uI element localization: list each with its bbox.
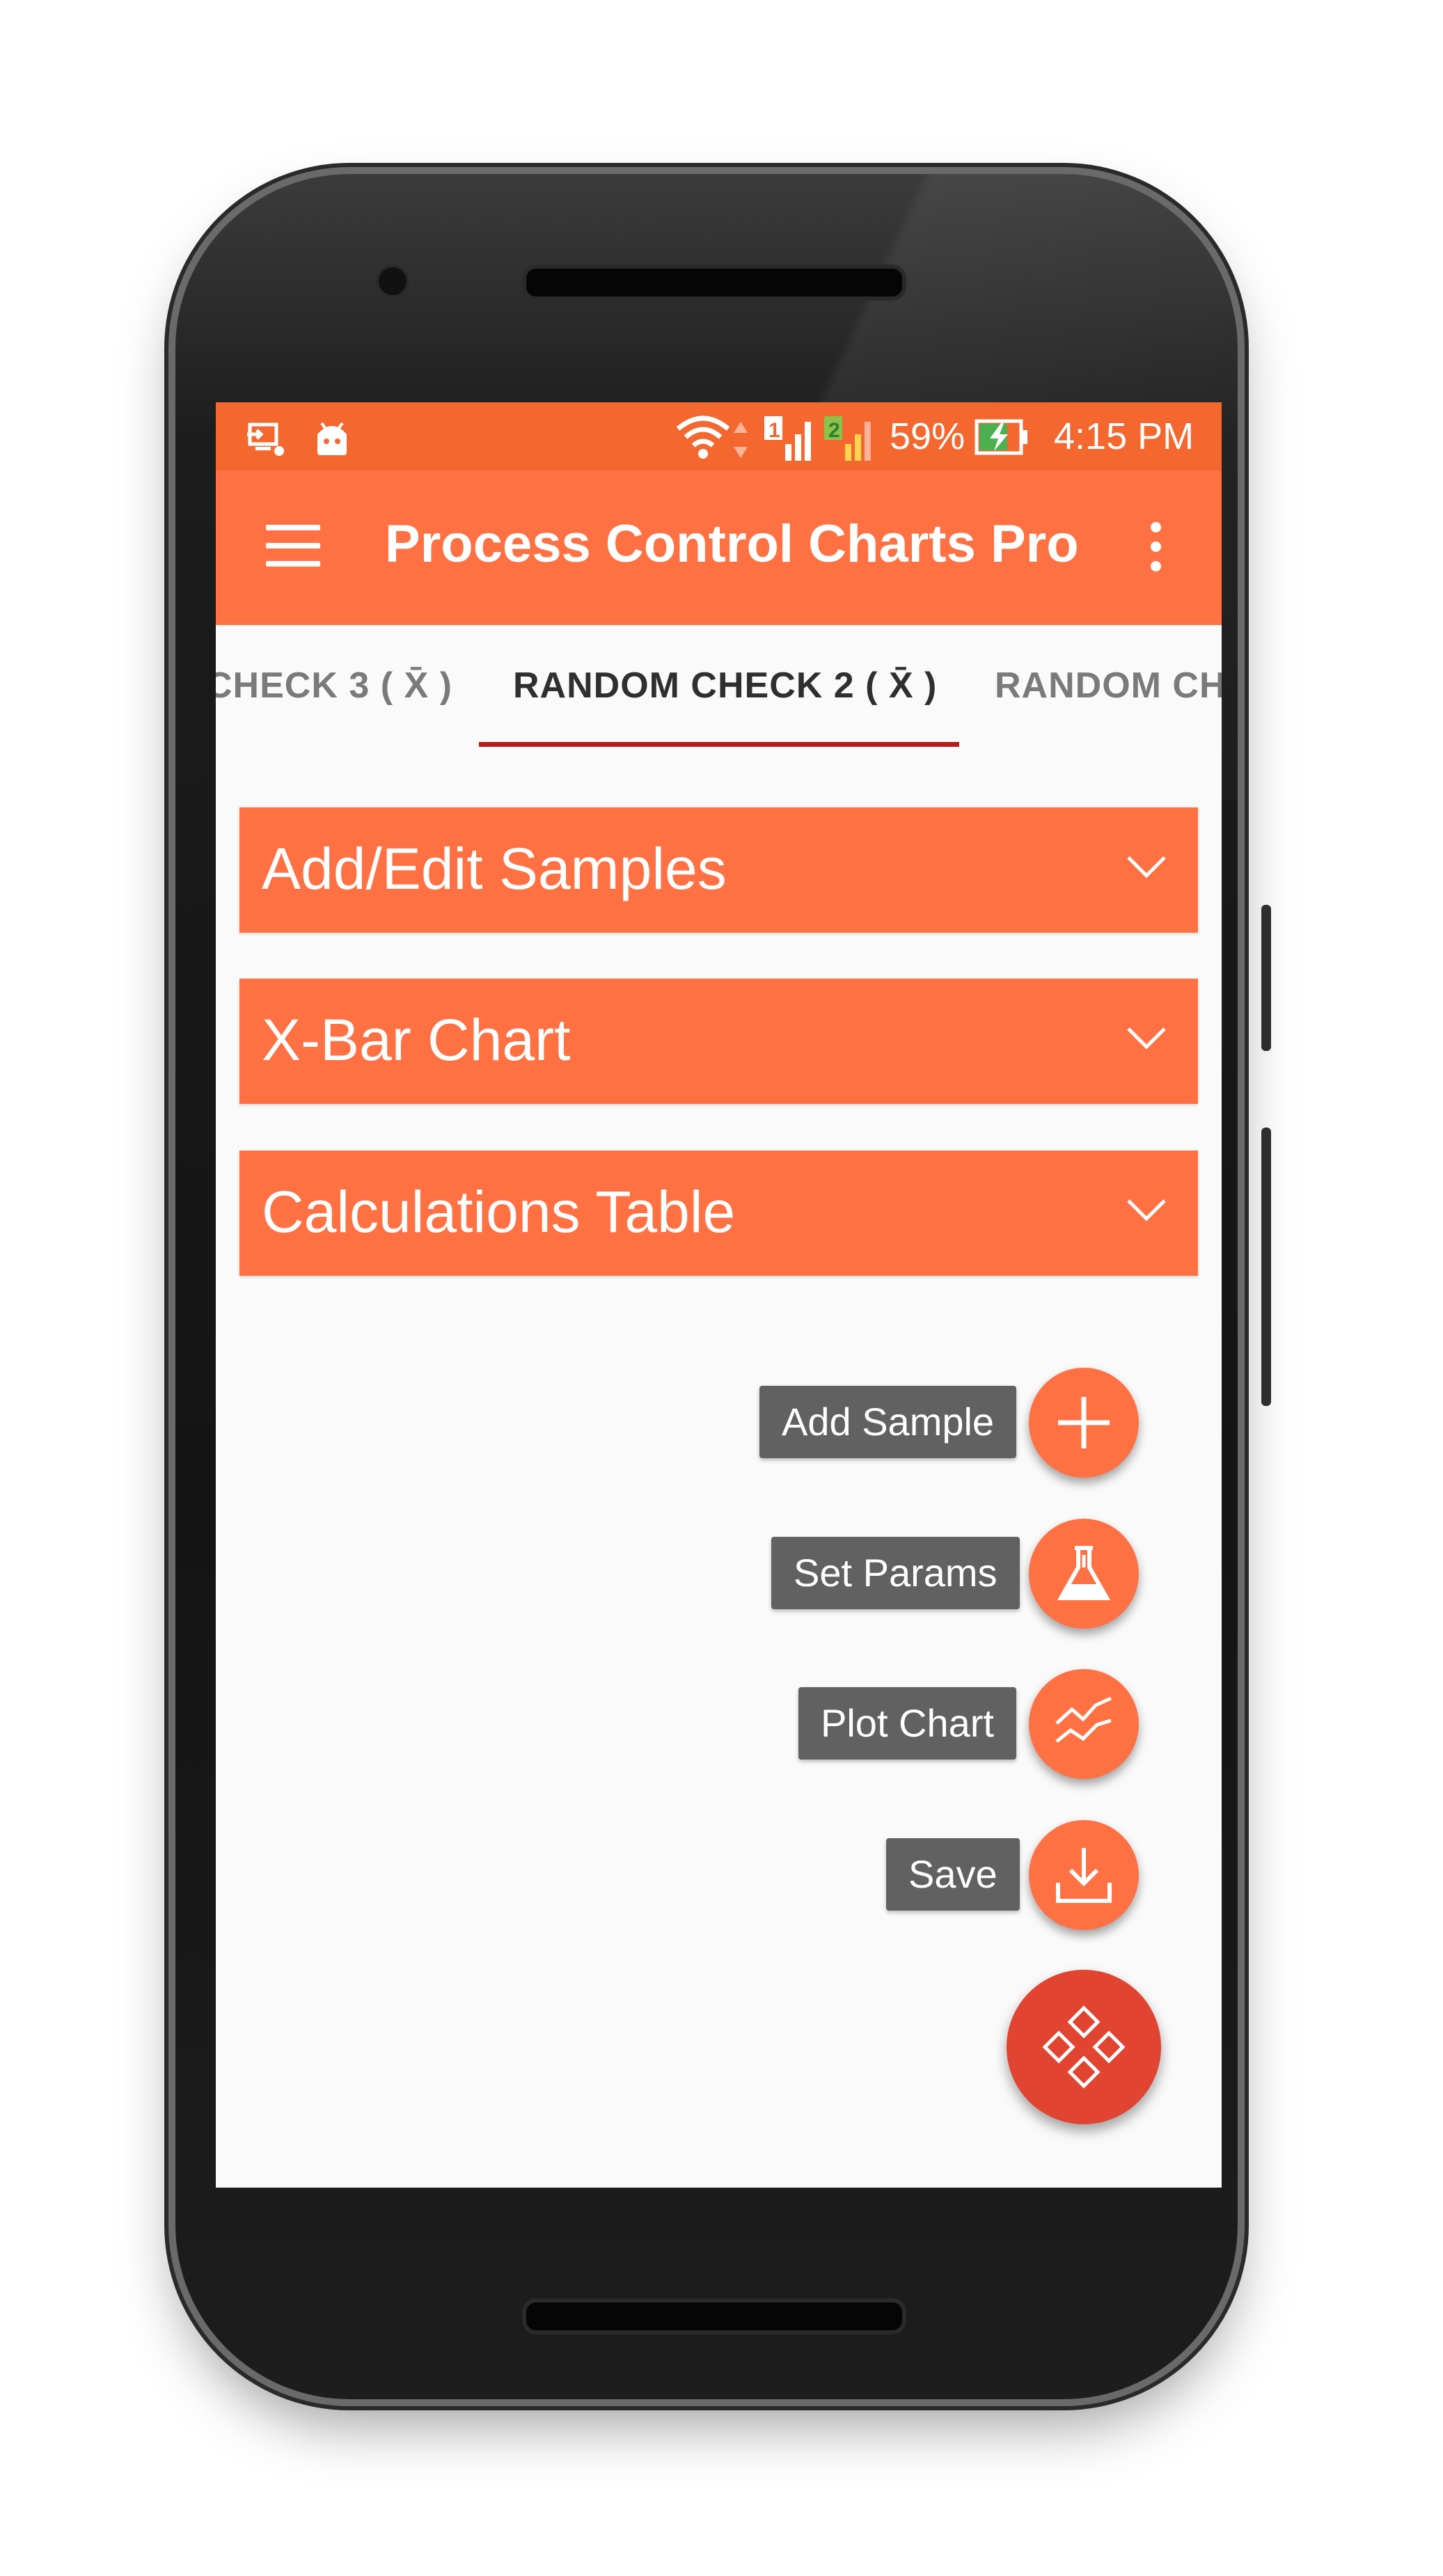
- panel-title: X-Bar Chart: [262, 1007, 571, 1073]
- battery-percent: 59%: [890, 416, 965, 457]
- tab-bar: CHECK 3 ( X̄ ) RANDOM CHECK 2 ( X̄ ) RAN…: [216, 625, 1222, 746]
- sim2-signal-icon: 2: [821, 409, 877, 465]
- power-button: [1261, 1128, 1271, 1406]
- status-time: 4:15 PM: [1054, 416, 1194, 457]
- plus-icon: [1058, 1397, 1110, 1448]
- tab-indicator: [479, 742, 959, 747]
- tab-random-check-2[interactable]: RANDOM CHECK 2 ( X̄ ): [513, 625, 937, 746]
- screen-cast-icon: [247, 422, 284, 456]
- chevron-down-icon: [1127, 856, 1166, 878]
- diamonds-icon: [1042, 2005, 1126, 2089]
- front-camera: [376, 264, 409, 298]
- chevron-down-icon: [1127, 1027, 1166, 1050]
- data-arrows-icon: [734, 422, 748, 458]
- set-params-label[interactable]: Set Params: [771, 1537, 1020, 1609]
- tab-check-3[interactable]: CHECK 3 ( X̄ ): [216, 625, 452, 746]
- save-button[interactable]: [1029, 1820, 1139, 1930]
- more-vert-icon[interactable]: [1142, 519, 1169, 575]
- app-title: Process Control Charts Pro: [385, 514, 1079, 574]
- save-label[interactable]: Save: [886, 1838, 1020, 1911]
- flask-icon: [1057, 1546, 1111, 1600]
- panel-x-bar-chart[interactable]: X-Bar Chart: [239, 979, 1198, 1104]
- plot-chart-button[interactable]: [1029, 1669, 1139, 1779]
- fab-menu-toggle-button[interactable]: [1007, 1970, 1161, 2124]
- tab-random-check-next[interactable]: RANDOM CH: [995, 625, 1222, 746]
- set-params-button[interactable]: [1029, 1519, 1139, 1629]
- sim2-badge: 2: [828, 419, 840, 442]
- add-sample-label[interactable]: Add Sample: [759, 1386, 1017, 1458]
- panel-title: Add/Edit Samples: [262, 836, 727, 901]
- sim1-badge: 1: [768, 419, 780, 442]
- plot-chart-label[interactable]: Plot Chart: [798, 1687, 1016, 1760]
- panel-add-edit-samples[interactable]: Add/Edit Samples: [239, 807, 1198, 933]
- add-sample-button[interactable]: [1029, 1368, 1139, 1478]
- top-speaker: [522, 264, 906, 301]
- download-icon: [1056, 1848, 1112, 1903]
- sim1-signal-icon: 1: [762, 409, 817, 465]
- app-bar: Process Control Charts Pro: [216, 471, 1222, 625]
- chevron-down-icon: [1127, 1199, 1166, 1222]
- line-chart-icon: [1055, 1696, 1112, 1743]
- volume-button: [1261, 905, 1271, 1051]
- status-bar: 1 2 59% 4:15 PM: [216, 402, 1222, 471]
- wifi-icon: [676, 416, 730, 459]
- panel-title: Calculations Table: [262, 1179, 736, 1244]
- battery-charging-icon: [975, 419, 1027, 455]
- android-debug-icon: [317, 422, 347, 455]
- panel-calculations-table[interactable]: Calculations Table: [239, 1151, 1198, 1276]
- app-screen: 1 2 59% 4:15 PM Process Control Charts P…: [216, 402, 1222, 2188]
- hamburger-menu-icon[interactable]: [266, 525, 320, 567]
- bottom-speaker: [522, 2298, 906, 2334]
